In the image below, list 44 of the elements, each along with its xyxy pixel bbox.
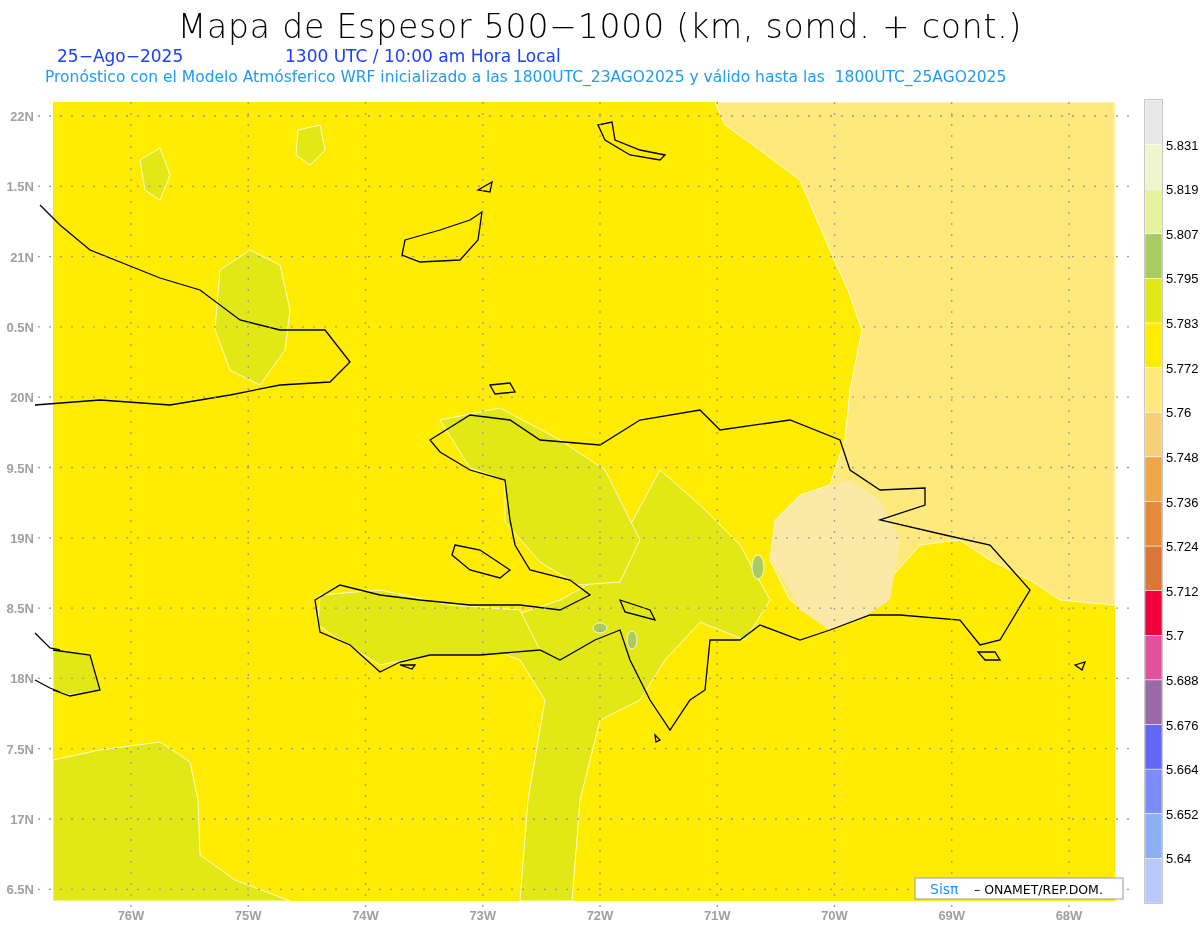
colorbar-label: 5.712: [1166, 583, 1199, 599]
latitude-label: 0.5N: [6, 319, 34, 335]
longitude-label: 71W: [703, 908, 731, 923]
longitude-label: 76W: [117, 908, 145, 923]
longitude-label: 70W: [821, 908, 848, 923]
longitude-label: 73W: [469, 908, 497, 923]
colorbar-label: 5.783: [1166, 316, 1199, 332]
latitude-label: 22N: [10, 109, 34, 124]
latitude-label: 1.5N: [6, 179, 34, 195]
date-label: 25−Ago−2025: [57, 45, 184, 68]
colorbar-label: 5.795: [1166, 271, 1199, 287]
longitude-label: 75W: [234, 908, 262, 923]
colorbar-label: 5.748: [1166, 449, 1199, 465]
latitude-label: 18N: [10, 671, 34, 687]
latitude-label: 21N: [10, 249, 34, 265]
latitude-label: 7.5N: [6, 741, 34, 757]
longitude-label: 68W: [1055, 908, 1083, 923]
longitude-label: 69W: [938, 908, 966, 923]
colorbar-label: 5.652: [1166, 806, 1199, 822]
colorbar-label: 5.676: [1166, 717, 1199, 733]
colorbar-label: 5.76: [1166, 405, 1192, 421]
longitude-label: 72W: [586, 908, 614, 923]
credit-text: – ONAMET/REP.DOM.: [974, 882, 1103, 897]
latitude-label: 17N: [10, 812, 34, 827]
colorbar-label: 5.772: [1166, 360, 1199, 376]
latitude-label: 19N: [10, 530, 34, 546]
longitude-label: 74W: [352, 908, 379, 923]
colorbar-label: 5.819: [1166, 182, 1199, 198]
colorbar-label: 5.688: [1166, 672, 1199, 688]
colorbar-label: 5.664: [1166, 762, 1199, 778]
brand-label: Sisπ: [930, 881, 959, 897]
latitude-label: 8.5N: [6, 601, 34, 617]
colorbar-label: 5.831: [1166, 137, 1199, 153]
colorbar-label: 5.64: [1166, 851, 1192, 867]
colorbar-label: 5.724: [1166, 539, 1199, 555]
colorbar-label: 5.736: [1166, 494, 1199, 510]
latitude-label: 9.5N: [6, 460, 34, 476]
colorbar-label: 5.807: [1166, 226, 1199, 242]
colorbar-label: 5.7: [1166, 628, 1185, 644]
map-title: Mapa de Espesor 500−1000 (km, somd. + cont.): [176, 6, 1024, 48]
latitude-label: 6.5N: [6, 882, 34, 898]
forecast-description: Pronóstico con el Modelo Atmósferico WRF inicializado a las 1800UTC_23AGO2025 y válido hasta las 1800UTC_25AGO2025: [45, 67, 1007, 88]
time-label: 1300 UTC / 10:00 am Hora Local: [285, 45, 561, 68]
latitude-label: 20N: [10, 390, 34, 406]
